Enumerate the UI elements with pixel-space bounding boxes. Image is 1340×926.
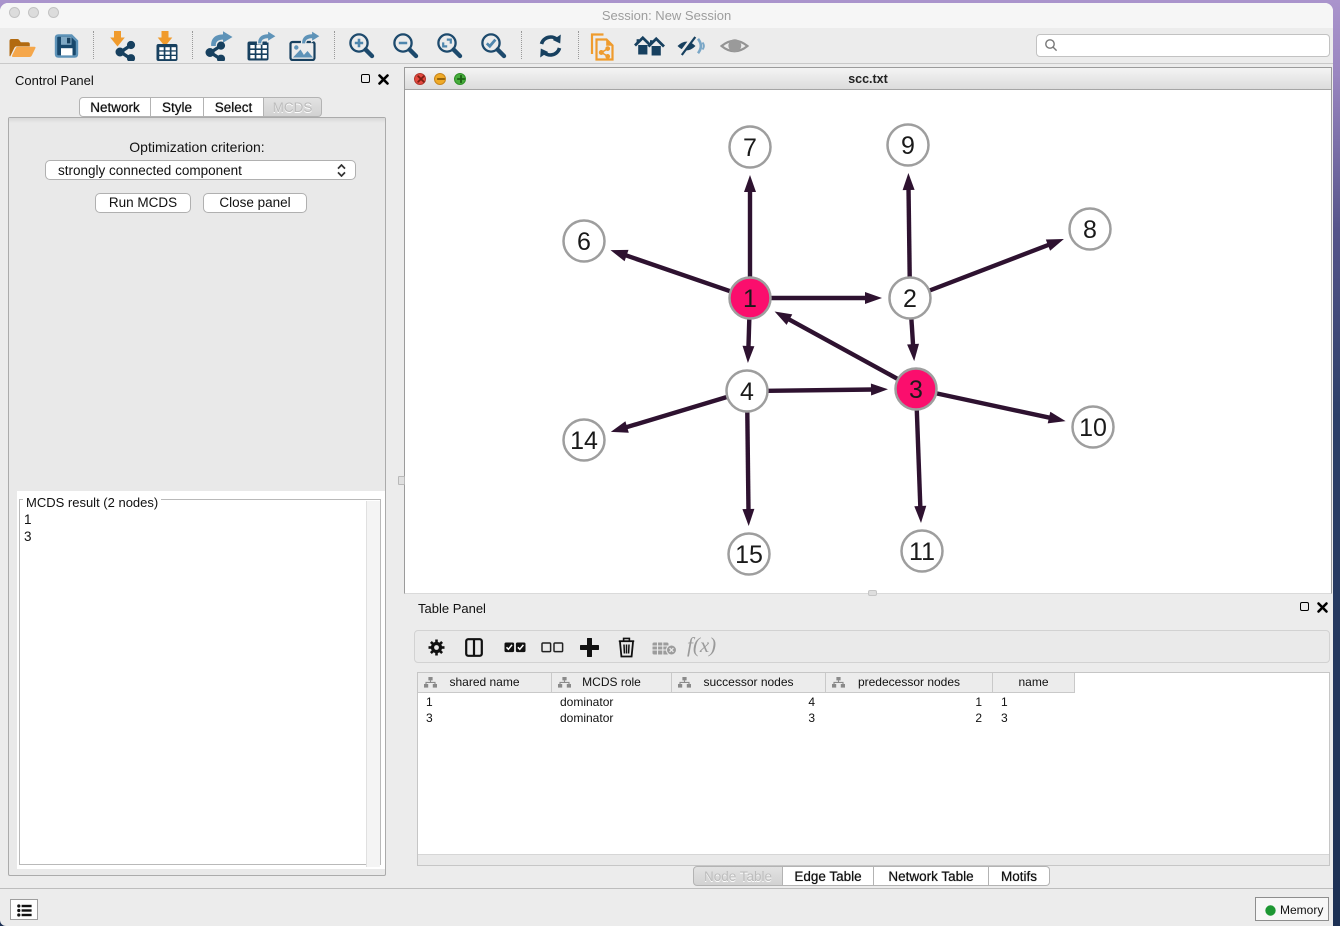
svg-text:2: 2 [903, 285, 917, 313]
svg-text:15: 15 [735, 541, 763, 569]
svg-text:10: 10 [1079, 414, 1107, 442]
svg-text:6: 6 [577, 228, 591, 256]
svg-text:9: 9 [901, 132, 915, 160]
svg-text:7: 7 [743, 134, 757, 162]
svg-text:1: 1 [743, 285, 757, 313]
svg-text:11: 11 [909, 538, 935, 566]
svg-text:3: 3 [909, 376, 923, 404]
svg-text:4: 4 [740, 378, 754, 406]
svg-text:14: 14 [570, 427, 598, 455]
svg-text:8: 8 [1083, 216, 1097, 244]
